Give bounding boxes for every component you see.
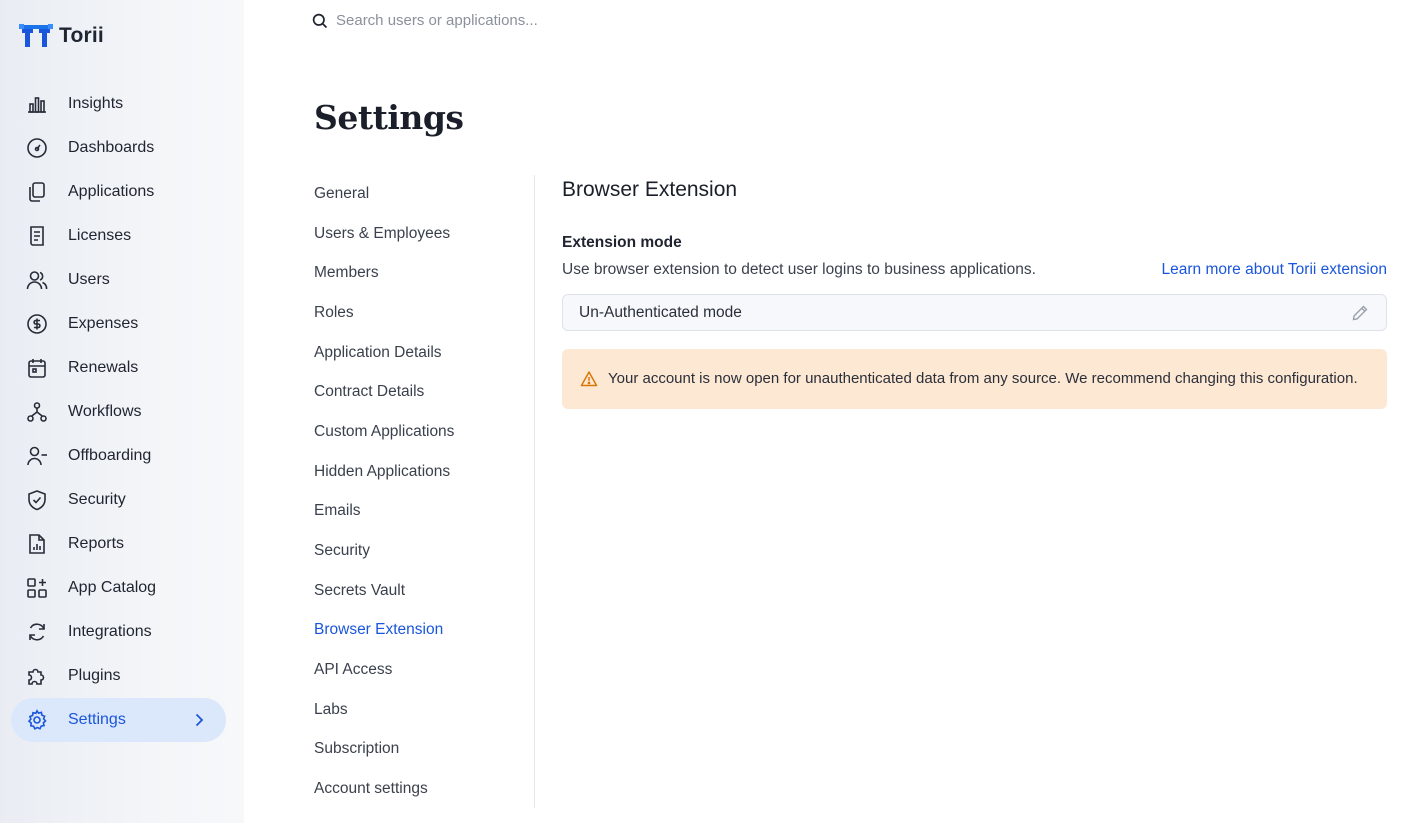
description-row: Use browser extension to detect user log…	[562, 261, 1387, 279]
settings-nav-labs[interactable]: Labs	[314, 690, 534, 730]
sidebar-item-insights[interactable]: Insights	[11, 82, 226, 126]
sidebar-item-label: Offboarding	[68, 447, 152, 464]
report-icon	[26, 533, 48, 555]
warning-triangle-icon	[580, 371, 598, 387]
sidebar-item-label: Settings	[68, 711, 126, 728]
shield-check-icon	[26, 489, 48, 511]
settings-nav-general[interactable]: General	[314, 174, 534, 214]
global-search	[312, 12, 636, 29]
sidebar-item-label: Security	[68, 491, 126, 508]
vertical-divider	[534, 175, 535, 808]
settings-nav-secrets-vault[interactable]: Secrets Vault	[314, 571, 534, 611]
settings-nav-hidden-applications[interactable]: Hidden Applications	[314, 452, 534, 492]
refresh-icon	[26, 621, 48, 643]
sidebar-item-settings[interactable]: Settings	[11, 698, 226, 742]
sidebar-item-workflows[interactable]: Workflows	[11, 390, 226, 434]
bar-chart-icon	[26, 93, 48, 115]
sidebar-item-label: App Catalog	[68, 579, 157, 596]
settings-nav-api-access[interactable]: API Access	[314, 650, 534, 690]
sidebar-item-dashboards[interactable]: Dashboards	[11, 126, 226, 170]
sidebar-item-label: Licenses	[68, 227, 132, 244]
sidebar-item-label: Renewals	[68, 359, 139, 376]
settings-nav-security[interactable]: Security	[314, 531, 534, 571]
puzzle-icon	[26, 665, 48, 687]
warning-banner: Your account is now open for unauthentic…	[562, 349, 1387, 409]
extension-mode-description: Use browser extension to detect user log…	[562, 261, 1036, 278]
settings-nav: General Users & Employees Members Roles …	[314, 174, 534, 809]
sidebar-item-integrations[interactable]: Integrations	[11, 610, 226, 654]
settings-nav-account-settings[interactable]: Account settings	[314, 769, 534, 809]
gear-icon	[26, 709, 48, 731]
settings-nav-application-details[interactable]: Application Details	[314, 333, 534, 373]
settings-nav-contract-details[interactable]: Contract Details	[314, 372, 534, 412]
sidebar-item-reports[interactable]: Reports	[11, 522, 226, 566]
extension-mode-label: Extension mode	[562, 234, 682, 251]
sidebar-item-label: Integrations	[68, 623, 152, 640]
workflow-icon	[26, 401, 48, 423]
torii-logo[interactable]: Torii	[19, 24, 104, 48]
sidebar-item-renewals[interactable]: Renewals	[11, 346, 226, 390]
section-title: Browser Extension	[562, 178, 738, 201]
settings-nav-browser-extension[interactable]: Browser Extension	[314, 611, 534, 651]
sidebar-item-label: Reports	[68, 535, 125, 552]
learn-more-link[interactable]: Learn more about Torii extension	[1162, 261, 1387, 279]
sidebar-item-label: Expenses	[68, 315, 139, 332]
settings-nav-members[interactable]: Members	[314, 253, 534, 293]
settings-nav-custom-applications[interactable]: Custom Applications	[314, 412, 534, 452]
chevron-right-icon	[190, 711, 208, 734]
sidebar-item-label: Dashboards	[68, 139, 155, 156]
dollar-circle-icon	[26, 313, 48, 335]
sidebar-item-licenses[interactable]: Licenses	[11, 214, 226, 258]
sidebar-item-expenses[interactable]: Expenses	[11, 302, 226, 346]
sidebar-item-label: Workflows	[68, 403, 142, 420]
search-icon	[312, 13, 328, 28]
warning-text: Your account is now open for unauthentic…	[608, 370, 1358, 387]
receipt-icon	[26, 225, 48, 247]
sidebar-item-offboarding[interactable]: Offboarding	[11, 434, 226, 478]
pencil-icon[interactable]	[1350, 303, 1370, 323]
app-name: Torii	[59, 24, 104, 47]
search-input[interactable]	[336, 12, 636, 29]
settings-nav-users-employees[interactable]: Users & Employees	[314, 214, 534, 254]
sidebar-nav: Insights Dashboards Applications License…	[11, 82, 226, 742]
sidebar-item-plugins[interactable]: Plugins	[11, 654, 226, 698]
gauge-icon	[26, 137, 48, 159]
copy-icon	[26, 181, 48, 203]
sidebar-item-label: Plugins	[68, 667, 121, 684]
browser-extension-panel: Browser Extension Extension mode Use bro…	[562, 178, 1387, 409]
sidebar-item-app-catalog[interactable]: App Catalog	[11, 566, 226, 610]
sidebar-item-label: Insights	[68, 95, 124, 112]
extension-mode-value: Un-Authenticated mode	[579, 303, 742, 321]
settings-nav-emails[interactable]: Emails	[314, 492, 534, 532]
users-icon	[26, 269, 48, 291]
settings-nav-roles[interactable]: Roles	[314, 293, 534, 333]
user-minus-icon	[26, 445, 48, 467]
extension-mode-field[interactable]: Un-Authenticated mode	[562, 294, 1387, 331]
sidebar-item-applications[interactable]: Applications	[11, 170, 226, 214]
page-title: Settings	[314, 98, 464, 137]
sidebar-item-security[interactable]: Security	[11, 478, 226, 522]
grid-plus-icon	[26, 577, 48, 599]
torii-logo-icon	[19, 24, 53, 47]
sidebar: Torii Insights Dashboards Applications L…	[0, 0, 244, 823]
sidebar-item-users[interactable]: Users	[11, 258, 226, 302]
sidebar-item-label: Applications	[68, 183, 155, 200]
calendar-icon	[26, 357, 48, 379]
sidebar-item-label: Users	[68, 271, 110, 288]
settings-nav-subscription[interactable]: Subscription	[314, 730, 534, 770]
